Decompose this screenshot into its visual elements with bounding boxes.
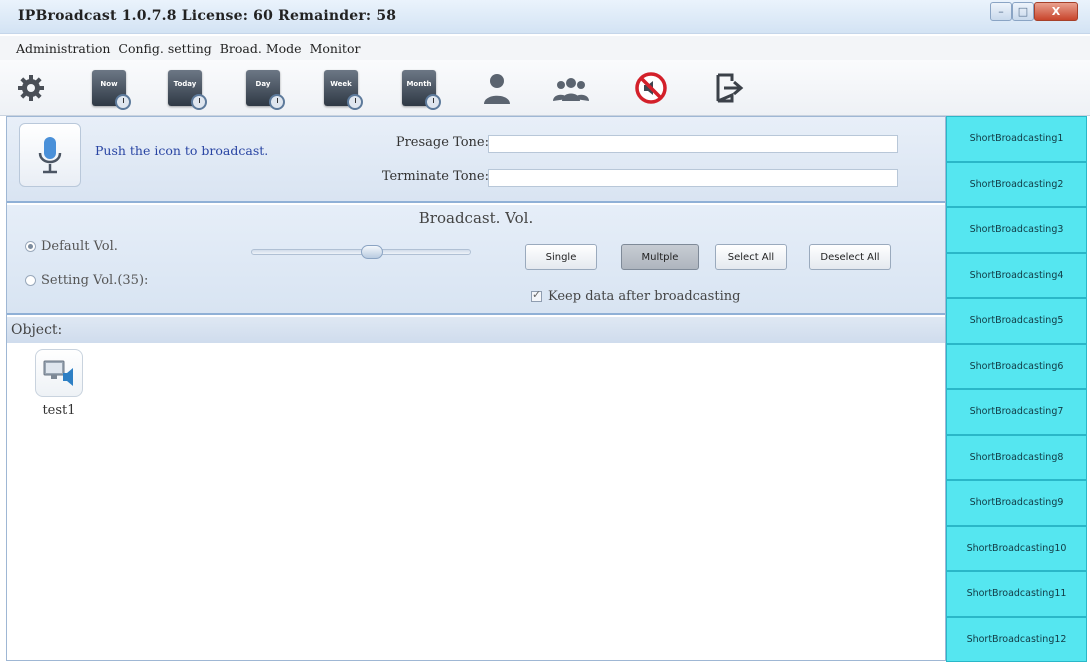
default-vol-radio[interactable]	[25, 241, 36, 252]
group-icon	[553, 78, 589, 101]
broadcast-panel: Push the icon to broadcast. Presage Tone…	[7, 117, 945, 203]
menu-monitor[interactable]: Monitor	[310, 41, 361, 56]
broadcast-day-button[interactable]: Day	[240, 65, 286, 111]
mute-button[interactable]	[628, 65, 674, 111]
deselect-all-button[interactable]: Deselect All	[809, 244, 891, 270]
broadcast-now-button[interactable]: Now	[86, 65, 132, 111]
object-item[interactable]: test1	[31, 349, 87, 418]
minimize-button[interactable]: –	[990, 2, 1012, 21]
menu-bar: Administration Config. setting Broad. Mo…	[0, 36, 1090, 60]
broadcast-month-button[interactable]: Month	[396, 65, 442, 111]
presage-tone-field[interactable]	[488, 135, 898, 153]
toolbar: Now Today Day Week Month	[0, 60, 1090, 116]
setting-vol-option[interactable]: Setting Vol.(35):	[25, 273, 148, 288]
keep-data-option[interactable]: Keep data after broadcasting	[531, 288, 741, 304]
main-panel: Push the icon to broadcast. Presage Tone…	[6, 116, 946, 661]
calendar-now-icon: Now	[92, 70, 131, 110]
mute-icon	[635, 72, 667, 104]
volume-panel: Broadcast. Vol. Default Vol. Setting Vol…	[7, 205, 945, 315]
object-header: Object:	[7, 317, 945, 343]
default-vol-option[interactable]: Default Vol.	[25, 239, 118, 254]
volume-title: Broadcast. Vol.	[418, 209, 534, 227]
keep-data-checkbox[interactable]	[531, 288, 542, 302]
presage-tone-label: Presage Tone:	[395, 135, 489, 150]
terminate-tone-label: Terminate Tone:	[381, 169, 489, 184]
short-broadcast-button[interactable]: ShortBroadcasting12	[946, 616, 1087, 662]
exit-button[interactable]	[706, 65, 752, 111]
microphone-icon	[38, 137, 62, 174]
maximize-button[interactable]: □	[1012, 2, 1034, 21]
volume-slider-thumb[interactable]	[360, 245, 383, 259]
volume-slider[interactable]	[251, 245, 471, 259]
select-all-button[interactable]: Select All	[715, 244, 787, 270]
short-broadcast-button[interactable]: ShortBroadcasting3	[946, 207, 1087, 253]
setting-vol-label: Setting Vol.(35):	[41, 273, 149, 288]
single-button[interactable]: Single	[525, 244, 597, 270]
calendar-month-icon: Month	[402, 70, 441, 110]
calendar-day-icon: Day	[246, 70, 285, 110]
short-broadcast-button[interactable]: ShortBroadcasting1	[946, 116, 1087, 162]
short-broadcast-button[interactable]: ShortBroadcasting11	[946, 571, 1087, 617]
short-broadcast-button[interactable]: ShortBroadcasting6	[946, 343, 1087, 389]
terminate-tone-field[interactable]	[488, 169, 898, 187]
title-bar: IPBroadcast 1.0.7.8 License: 60 Remainde…	[0, 0, 1090, 34]
broadcast-week-button[interactable]: Week	[318, 65, 364, 111]
settings-icon	[18, 75, 44, 101]
short-broadcast-list: ShortBroadcasting1 ShortBroadcasting2 Sh…	[946, 116, 1087, 664]
short-broadcast-button[interactable]: ShortBroadcasting7	[946, 389, 1087, 435]
object-label: test1	[42, 403, 76, 418]
user-button[interactable]	[474, 65, 520, 111]
terminal-speaker-icon	[35, 349, 83, 397]
multiple-button[interactable]: Multple	[621, 244, 699, 270]
setting-vol-radio[interactable]	[25, 275, 36, 286]
push-instruction: Push the icon to broadcast.	[95, 143, 269, 158]
menu-administration[interactable]: Administration	[16, 41, 110, 56]
calendar-week-icon: Week	[324, 70, 363, 110]
short-broadcast-button[interactable]: ShortBroadcasting10	[946, 525, 1087, 571]
group-button[interactable]	[548, 65, 594, 111]
short-broadcast-button[interactable]: ShortBroadcasting5	[946, 298, 1087, 344]
broadcast-today-button[interactable]: Today	[162, 65, 208, 111]
microphone-button[interactable]	[19, 123, 81, 187]
menu-broad-mode[interactable]: Broad. Mode	[220, 41, 302, 56]
short-broadcast-button[interactable]: ShortBroadcasting8	[946, 434, 1087, 480]
keep-data-label: Keep data after broadcasting	[548, 289, 741, 304]
menu-config-setting[interactable]: Config. setting	[118, 41, 211, 56]
window-title: IPBroadcast 1.0.7.8 License: 60 Remainde…	[18, 8, 397, 24]
default-vol-label: Default Vol.	[41, 239, 118, 254]
short-broadcast-button[interactable]: ShortBroadcasting4	[946, 252, 1087, 298]
short-broadcast-button[interactable]: ShortBroadcasting2	[946, 161, 1087, 207]
user-icon	[484, 74, 510, 104]
settings-button[interactable]	[8, 65, 54, 111]
short-broadcast-button[interactable]: ShortBroadcasting9	[946, 480, 1087, 526]
exit-icon	[716, 73, 744, 103]
close-button[interactable]: X	[1034, 2, 1078, 21]
calendar-today-icon: Today	[168, 70, 207, 110]
